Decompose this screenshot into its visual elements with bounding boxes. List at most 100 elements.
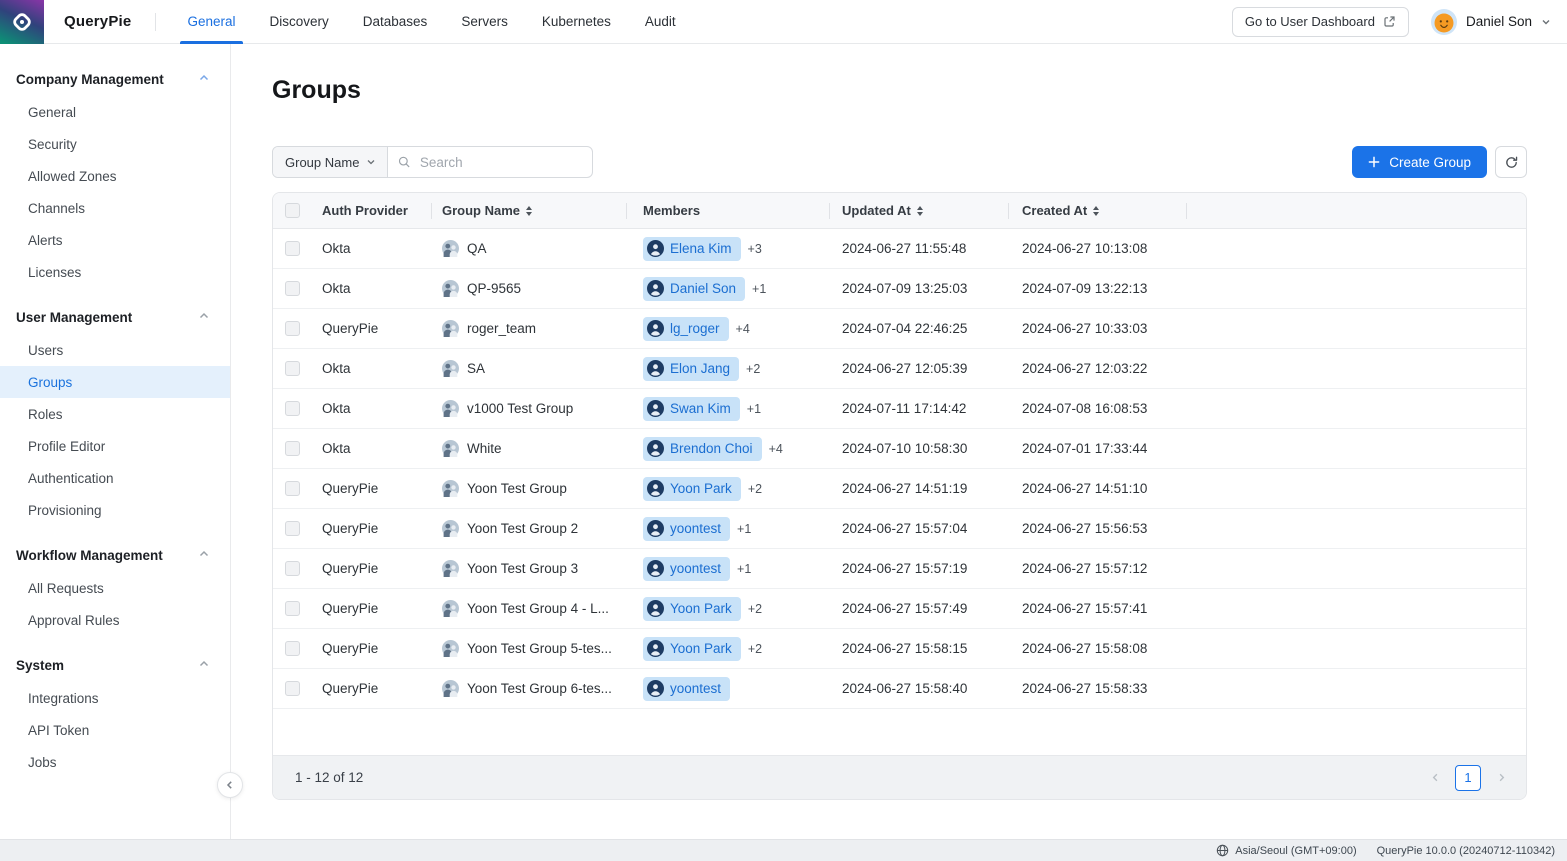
filter-field-dropdown[interactable]: Group Name	[273, 147, 388, 177]
sidebar: Company ManagementGeneralSecurityAllowed…	[0, 44, 231, 839]
sidebar-item-jobs[interactable]: Jobs	[0, 746, 230, 778]
row-checkbox[interactable]	[285, 481, 300, 496]
table-footer: 1 - 12 of 12 1	[273, 755, 1526, 799]
sidebar-item-approval-rules[interactable]: Approval Rules	[0, 604, 230, 636]
members-cell: Daniel Son +1	[627, 269, 830, 308]
updated-at-cell: 2024-07-10 10:58:30	[830, 429, 1009, 468]
sidebar-item-allowed-zones[interactable]: Allowed Zones	[0, 160, 230, 192]
auth-provider-cell: QueryPie	[312, 549, 432, 588]
row-checkbox[interactable]	[285, 401, 300, 416]
user-menu[interactable]: Daniel Son	[1431, 9, 1551, 35]
sidebar-section-header-user-management[interactable]: User Management	[0, 300, 230, 334]
member-chip[interactable]: yoontest	[643, 677, 730, 701]
row-checkbox[interactable]	[285, 561, 300, 576]
sidebar-section-header-workflow-management[interactable]: Workflow Management	[0, 538, 230, 572]
sidebar-collapse-button[interactable]	[217, 772, 243, 798]
page-number[interactable]: 1	[1455, 765, 1481, 791]
sidebar-item-alerts[interactable]: Alerts	[0, 224, 230, 256]
select-all-checkbox[interactable]	[285, 203, 300, 218]
sidebar-item-licenses[interactable]: Licenses	[0, 256, 230, 288]
member-chip[interactable]: yoontest	[643, 557, 730, 581]
tab-servers[interactable]: Servers	[444, 0, 525, 44]
sidebar-item-profile-editor[interactable]: Profile Editor	[0, 430, 230, 462]
member-chip[interactable]: Yoon Park	[643, 637, 741, 661]
querypie-logo[interactable]	[0, 0, 44, 44]
sidebar-item-groups[interactable]: Groups	[0, 366, 230, 398]
updated-at-cell: 2024-06-27 15:58:40	[830, 669, 1009, 708]
sidebar-item-integrations[interactable]: Integrations	[0, 682, 230, 714]
refresh-button[interactable]	[1495, 146, 1527, 178]
sidebar-item-general[interactable]: General	[0, 96, 230, 128]
member-chip[interactable]: yoontest	[643, 517, 730, 541]
table-row: QueryPie Yoon Test Group 6-tes...	[273, 669, 1526, 709]
member-chip[interactable]: Yoon Park	[643, 597, 741, 621]
top-navigation: QueryPie GeneralDiscoveryDatabasesServer…	[0, 0, 1567, 44]
sidebar-item-provisioning[interactable]: Provisioning	[0, 494, 230, 526]
header-created-at[interactable]: Created At	[1009, 193, 1187, 228]
sidebar-item-security[interactable]: Security	[0, 128, 230, 160]
sort-icon[interactable]	[1093, 206, 1099, 216]
member-extra-count: +2	[746, 362, 760, 376]
auth-provider-cell: QueryPie	[312, 309, 432, 348]
sidebar-item-api-token[interactable]: API Token	[0, 714, 230, 746]
prev-page-button[interactable]	[1424, 767, 1446, 789]
go-to-user-dashboard-button[interactable]: Go to User Dashboard	[1232, 7, 1409, 37]
sidebar-item-authentication[interactable]: Authentication	[0, 462, 230, 494]
tab-databases[interactable]: Databases	[346, 0, 445, 44]
header-group-name[interactable]: Group Name	[432, 193, 627, 228]
row-checkbox[interactable]	[285, 361, 300, 376]
refresh-icon	[1504, 155, 1519, 170]
sidebar-section-header-company-management[interactable]: Company Management	[0, 62, 230, 96]
tab-general[interactable]: General	[170, 0, 252, 44]
external-link-icon	[1383, 15, 1396, 28]
sidebar-item-channels[interactable]: Channels	[0, 192, 230, 224]
search-input[interactable]	[418, 154, 583, 171]
group-avatar-icon	[442, 280, 459, 297]
chevron-left-icon	[224, 779, 236, 791]
tab-kubernetes[interactable]: Kubernetes	[525, 0, 628, 44]
member-chip[interactable]: Yoon Park	[643, 477, 741, 501]
sidebar-item-roles[interactable]: Roles	[0, 398, 230, 430]
auth-provider-cell: Okta	[312, 349, 432, 388]
member-extra-count: +2	[748, 482, 762, 496]
sidebar-section-header-system[interactable]: System	[0, 648, 230, 682]
member-extra-count: +2	[748, 602, 762, 616]
updated-at-cell: 2024-07-09 13:25:03	[830, 269, 1009, 308]
group-avatar-icon	[442, 640, 459, 657]
member-name: yoontest	[670, 561, 721, 576]
header-updated-at[interactable]: Updated At	[830, 193, 1009, 228]
groups-table: Auth Provider Group Name Members Updated…	[272, 192, 1527, 800]
tab-discovery[interactable]: Discovery	[253, 0, 346, 44]
group-name: QA	[467, 241, 487, 256]
tab-audit[interactable]: Audit	[628, 0, 693, 44]
row-checkbox[interactable]	[285, 521, 300, 536]
dashboard-button-label: Go to User Dashboard	[1245, 14, 1375, 29]
member-chip[interactable]: Swan Kim	[643, 397, 740, 421]
members-cell: Elon Jang +2	[627, 349, 830, 388]
member-chip[interactable]: Daniel Son	[643, 277, 745, 301]
sort-icon[interactable]	[526, 206, 532, 216]
next-page-button[interactable]	[1490, 767, 1512, 789]
filter-field-label: Group Name	[285, 155, 359, 170]
row-checkbox[interactable]	[285, 441, 300, 456]
created-at-cell: 2024-06-27 15:58:08	[1009, 629, 1187, 668]
row-checkbox[interactable]	[285, 641, 300, 656]
members-cell: Elena Kim +3	[627, 229, 830, 268]
member-chip[interactable]: Brendon Choi	[643, 437, 762, 461]
row-checkbox[interactable]	[285, 681, 300, 696]
member-chip[interactable]: lg_roger	[643, 317, 729, 341]
create-group-button[interactable]: Create Group	[1352, 146, 1487, 178]
row-checkbox[interactable]	[285, 321, 300, 336]
row-checkbox[interactable]	[285, 241, 300, 256]
member-chip[interactable]: Elon Jang	[643, 357, 739, 381]
member-chip[interactable]: Elena Kim	[643, 237, 741, 261]
sidebar-item-users[interactable]: Users	[0, 334, 230, 366]
table-header: Auth Provider Group Name Members Updated…	[273, 193, 1526, 229]
sort-icon[interactable]	[917, 206, 923, 216]
row-checkbox[interactable]	[285, 601, 300, 616]
group-name: Yoon Test Group 3	[467, 561, 578, 576]
member-avatar-icon	[647, 360, 664, 377]
pagination-range: 1 - 12 of 12	[295, 770, 363, 785]
sidebar-item-all-requests[interactable]: All Requests	[0, 572, 230, 604]
row-checkbox[interactable]	[285, 281, 300, 296]
